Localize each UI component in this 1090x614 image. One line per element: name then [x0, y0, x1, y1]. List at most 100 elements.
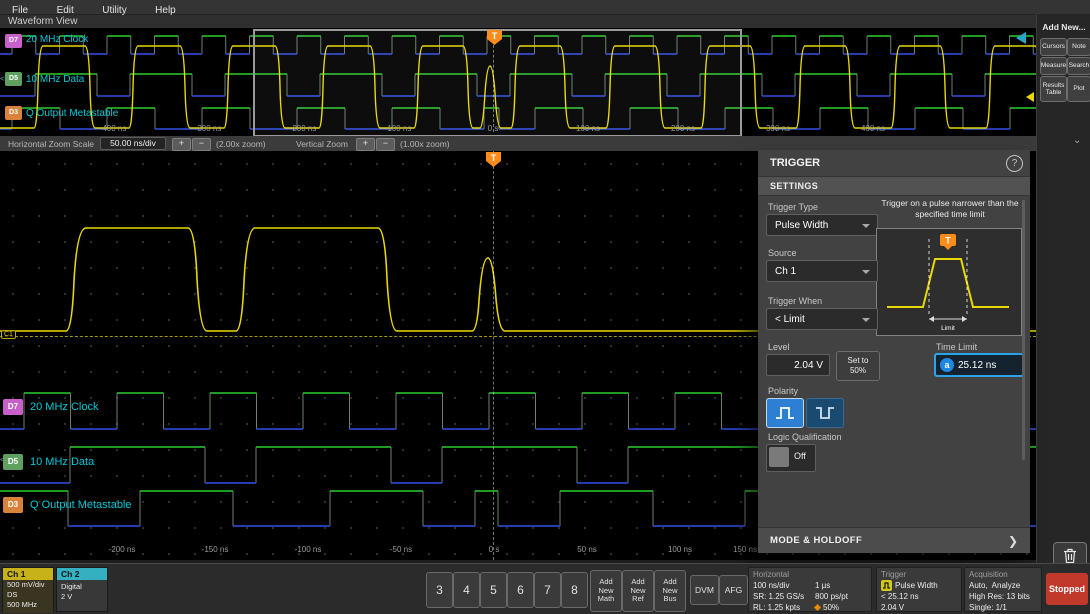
polarity-negative-button[interactable] — [806, 398, 844, 428]
add-new-bus-button[interactable]: Add New Bus — [654, 570, 686, 612]
channel2-badge[interactable]: Ch 2 Digital 2 V — [56, 567, 108, 612]
set-to-50-button[interactable]: Set to 50% — [836, 351, 880, 381]
positive-pulse-icon — [776, 407, 794, 419]
collapse-zoombar-chevron-icon[interactable]: ⌄ — [1073, 135, 1081, 146]
horizontal-title: Horizontal — [753, 570, 790, 579]
channel4-button[interactable]: 4 — [453, 572, 480, 608]
knob-a-icon: a — [940, 358, 954, 372]
channel8-button[interactable]: 8 — [561, 572, 588, 608]
channel-badge-d7[interactable]: D7 — [5, 34, 22, 48]
add-bus-l3: Bus — [663, 594, 677, 604]
help-icon[interactable]: ? — [1006, 155, 1023, 172]
axis-tick: 0 s — [488, 545, 500, 554]
mode-holdoff-bar[interactable]: MODE & HOLDOFF ❯ — [758, 527, 1030, 553]
dvm-button[interactable]: DVM — [690, 575, 719, 605]
source-dropdown[interactable]: Ch 1 — [766, 260, 878, 282]
horizontal-zoom-scale-value[interactable]: 50.00 ns/div — [100, 137, 166, 150]
channel-badge-d3[interactable]: D3 — [3, 497, 23, 513]
channel-label-d7: 20 MHz Clock — [26, 34, 89, 45]
right-gutter: Add New... Cursors Note Measure Search R… — [1036, 14, 1090, 570]
channel-badge-d7[interactable]: D7 — [3, 399, 23, 415]
add-cursors-button[interactable]: Cursors — [1040, 38, 1067, 56]
vzoom-factor: (1.00x zoom) — [400, 139, 450, 149]
settings-tab[interactable]: SETTINGS — [758, 176, 1030, 196]
channel-badge-d5[interactable]: D5 — [3, 454, 23, 470]
add-new-ref-button[interactable]: Add New Ref — [622, 570, 654, 612]
trigger-when-dropdown[interactable]: < Limit — [766, 308, 878, 330]
vzoom-plus-button[interactable]: + — [356, 138, 375, 151]
vzoom-minus-button[interactable]: − — [376, 138, 395, 151]
trash-icon — [1064, 548, 1076, 564]
hzoom-plus-button[interactable]: + — [172, 138, 191, 151]
channel-label-d5: 10 MHz Data — [26, 74, 85, 85]
add-new-title: Add New... — [1042, 22, 1086, 32]
channel5-button[interactable]: 5 — [480, 572, 507, 608]
channel6-button[interactable]: 6 — [507, 572, 534, 608]
add-plot-button[interactable]: Plot — [1067, 76, 1090, 102]
trigger-type-dropdown[interactable]: Pulse Width — [766, 214, 878, 236]
zoom-region-box[interactable] — [253, 29, 742, 137]
menu-bar: File Edit Utility Help — [0, 0, 1090, 16]
channel-badge-d3[interactable]: D3 — [5, 106, 22, 120]
h-window: 1 μs — [815, 581, 831, 590]
channel-badge-d5[interactable]: D5 — [5, 72, 22, 86]
hzoom-factor: (2.00x zoom) — [216, 139, 266, 149]
h-resolution: 800 ps/pt — [815, 592, 848, 601]
add-note-button[interactable]: Note — [1067, 38, 1090, 56]
panel-scrollbar[interactable] — [1022, 200, 1025, 460]
trigger-limit-summary: < 25.12 ns — [881, 592, 919, 601]
panel-header: TRIGGER ? — [758, 150, 1030, 176]
channel1-scale: 500 mV/div — [7, 580, 45, 589]
axis-tick: -100 ns — [384, 124, 412, 133]
axis-tick: -150 ns — [201, 545, 229, 554]
channel1-badge[interactable]: Ch 1 500 mV/div DS 500 MHz — [2, 567, 54, 613]
mode-holdoff-label: MODE & HOLDOFF — [770, 535, 863, 546]
trigger-time-line — [493, 30, 494, 132]
trigger-title: Trigger — [881, 570, 907, 579]
axis-tick: 50 ns — [577, 545, 597, 554]
graphic-trigger-marker: T — [945, 236, 951, 246]
axis-tick: -100 ns — [294, 545, 322, 554]
waveform-view-label: Waveform View — [8, 16, 78, 27]
axis-tick: 400 ns — [860, 124, 886, 133]
add-new-math-button[interactable]: Add New Math — [590, 570, 622, 612]
add-measure-button[interactable]: Measure — [1040, 57, 1067, 75]
hzoom-minus-button[interactable]: − — [192, 138, 211, 151]
channel7-button[interactable]: 7 — [534, 572, 561, 608]
trigger-time-line — [493, 151, 494, 560]
acq-single: Single: 1/1 — [969, 603, 1007, 612]
channel1-level-marker-icon[interactable] — [1026, 92, 1034, 102]
level-value-field[interactable]: 2.04 V — [766, 354, 830, 376]
toggle-state: Off — [794, 451, 806, 461]
set-to-50-line1: Set to — [847, 356, 869, 366]
axis-tick: 150 ns — [732, 545, 758, 554]
horizontal-zoom-scale-label: Horizontal Zoom Scale — [8, 139, 94, 149]
axis-tick: 300 ns — [765, 124, 791, 133]
acquisition-title: Acquisition — [969, 570, 1008, 579]
add-search-button[interactable]: Search — [1067, 57, 1090, 75]
h-recordlength: RL: 1.25 kpts — [753, 603, 801, 612]
acq-mode: Auto, Analyze — [969, 581, 1021, 590]
channel3-button[interactable]: 3 — [426, 572, 453, 608]
run-stop-button[interactable]: Stopped — [1046, 573, 1088, 605]
settings-bar: Ch 1 500 mV/div DS 500 MHz Ch 2 Digital … — [0, 563, 1090, 614]
add-results-table-button[interactable]: Results Table — [1040, 76, 1067, 102]
vertical-zoom-label: Vertical Zoom — [296, 139, 348, 149]
limit-caption: Limit — [941, 325, 955, 332]
time-limit-label: Time Limit — [936, 342, 978, 352]
afg-button[interactable]: AFG — [719, 575, 748, 605]
trigger-badge[interactable]: Trigger Pulse Width < 25.12 ns 2.04 V — [876, 567, 962, 612]
polarity-positive-button[interactable] — [766, 398, 804, 428]
channel-label-d3: Q Output Metastable — [30, 499, 132, 511]
acquisition-badge[interactable]: Acquisition Auto, Analyze High Res: 13 b… — [964, 567, 1042, 612]
channel1-reference-marker[interactable]: C1 — [1, 330, 16, 339]
logic-qualification-toggle[interactable]: Off — [766, 444, 816, 472]
h-samplerate: SR: 1.25 GS/s — [753, 592, 805, 601]
channel1-coupling: DS — [7, 590, 18, 599]
horizontal-badge[interactable]: Horizontal 100 ns/div 1 μs SR: 1.25 GS/s 8… — [748, 567, 872, 612]
trigger-level-indicator-icon[interactable] — [1016, 32, 1026, 44]
time-limit-field[interactable]: a 25.12 ns — [934, 353, 1024, 377]
waveform-view-tab[interactable]: Waveform View — [0, 15, 1036, 29]
chevron-right-icon: ❯ — [1007, 533, 1018, 548]
channel-label-d7: 20 MHz Clock — [30, 401, 99, 413]
